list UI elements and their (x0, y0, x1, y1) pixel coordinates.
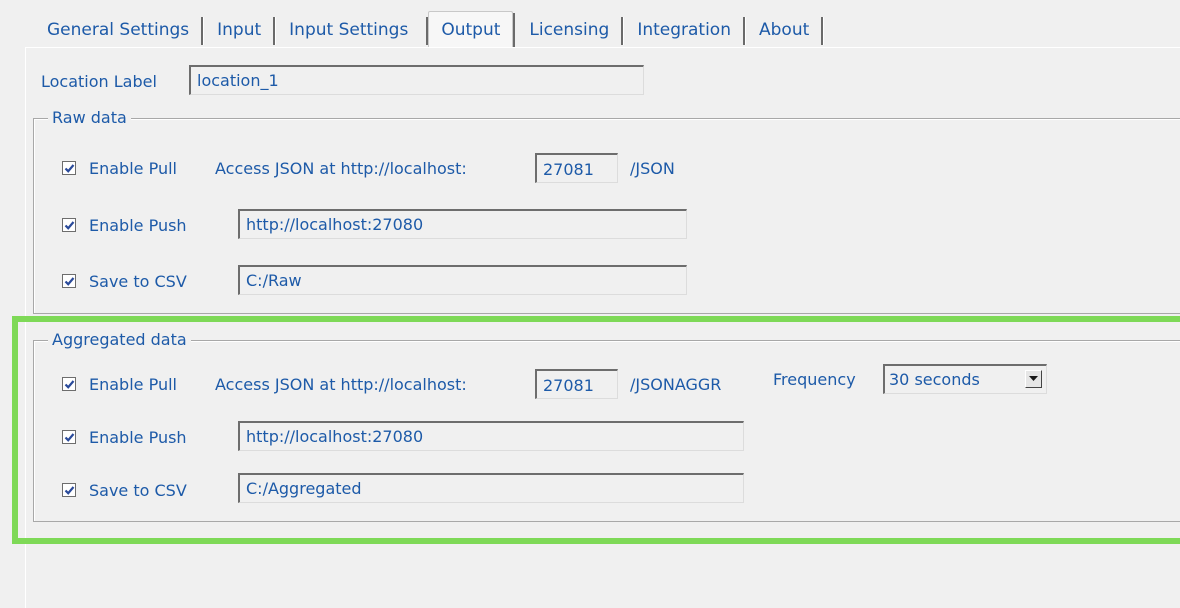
tab-label: About (759, 20, 810, 40)
checkmark-icon (64, 276, 74, 286)
agg-csv-path-input[interactable] (238, 473, 744, 503)
raw-csv-path-input[interactable] (238, 265, 687, 295)
frequency-select[interactable]: 30 seconds (883, 364, 1047, 394)
agg-save-csv-label: Save to CSV (89, 481, 187, 500)
raw-enable-push-checkbox[interactable] (62, 218, 76, 232)
tab-label: Input (217, 20, 262, 40)
tab-input-settings[interactable]: Input Settings (275, 13, 429, 47)
tab-label: Output (441, 19, 501, 40)
raw-data-title: Raw data (48, 108, 131, 127)
tab-label: General Settings (47, 20, 190, 40)
agg-json-suffix: /JSONAGGR (630, 375, 722, 394)
tab-label: Licensing (529, 20, 610, 40)
tab-label: Input Settings (289, 20, 409, 40)
tab-licensing[interactable]: Licensing (513, 13, 624, 47)
agg-port-input[interactable] (535, 369, 618, 399)
aggregated-data-title: Aggregated data (48, 330, 191, 349)
tab-general-settings[interactable]: General Settings (33, 13, 204, 47)
checkmark-icon (64, 163, 74, 173)
tab-output[interactable]: Output (428, 11, 514, 47)
checkmark-icon (64, 379, 74, 389)
tab-input[interactable]: Input (203, 13, 276, 47)
raw-save-csv-label: Save to CSV (89, 272, 187, 291)
checkmark-icon (64, 485, 74, 495)
tab-integration[interactable]: Integration (623, 13, 745, 47)
raw-port-input[interactable] (535, 153, 618, 183)
agg-push-url-input[interactable] (238, 421, 744, 451)
agg-enable-push-label: Enable Push (89, 428, 187, 447)
raw-save-csv-checkbox[interactable] (62, 274, 76, 288)
raw-enable-push-label: Enable Push (89, 216, 187, 235)
agg-enable-pull-checkbox[interactable] (62, 377, 76, 391)
agg-save-csv-checkbox[interactable] (62, 483, 76, 497)
agg-access-json-label: Access JSON at http://localhost: (215, 375, 467, 394)
tab-about[interactable]: About (745, 13, 824, 47)
dropdown-arrow-icon[interactable] (1025, 370, 1042, 388)
agg-enable-push-checkbox[interactable] (62, 430, 76, 444)
raw-access-json-label: Access JSON at http://localhost: (215, 159, 467, 178)
location-label: Location Label (41, 72, 157, 91)
raw-push-url-input[interactable] (238, 209, 687, 239)
checkmark-icon (64, 432, 74, 442)
tab-bar: General Settings Input Input Settings Ou… (33, 11, 824, 47)
raw-enable-pull-label: Enable Pull (89, 159, 177, 178)
tab-label: Integration (637, 20, 731, 40)
checkmark-icon (64, 220, 74, 230)
location-input[interactable] (189, 65, 644, 95)
agg-enable-pull-label: Enable Pull (89, 375, 177, 394)
raw-json-suffix: /JSON (630, 159, 675, 178)
raw-enable-pull-checkbox[interactable] (62, 161, 76, 175)
frequency-label: Frequency (773, 370, 856, 389)
frequency-value: 30 seconds (889, 370, 980, 389)
